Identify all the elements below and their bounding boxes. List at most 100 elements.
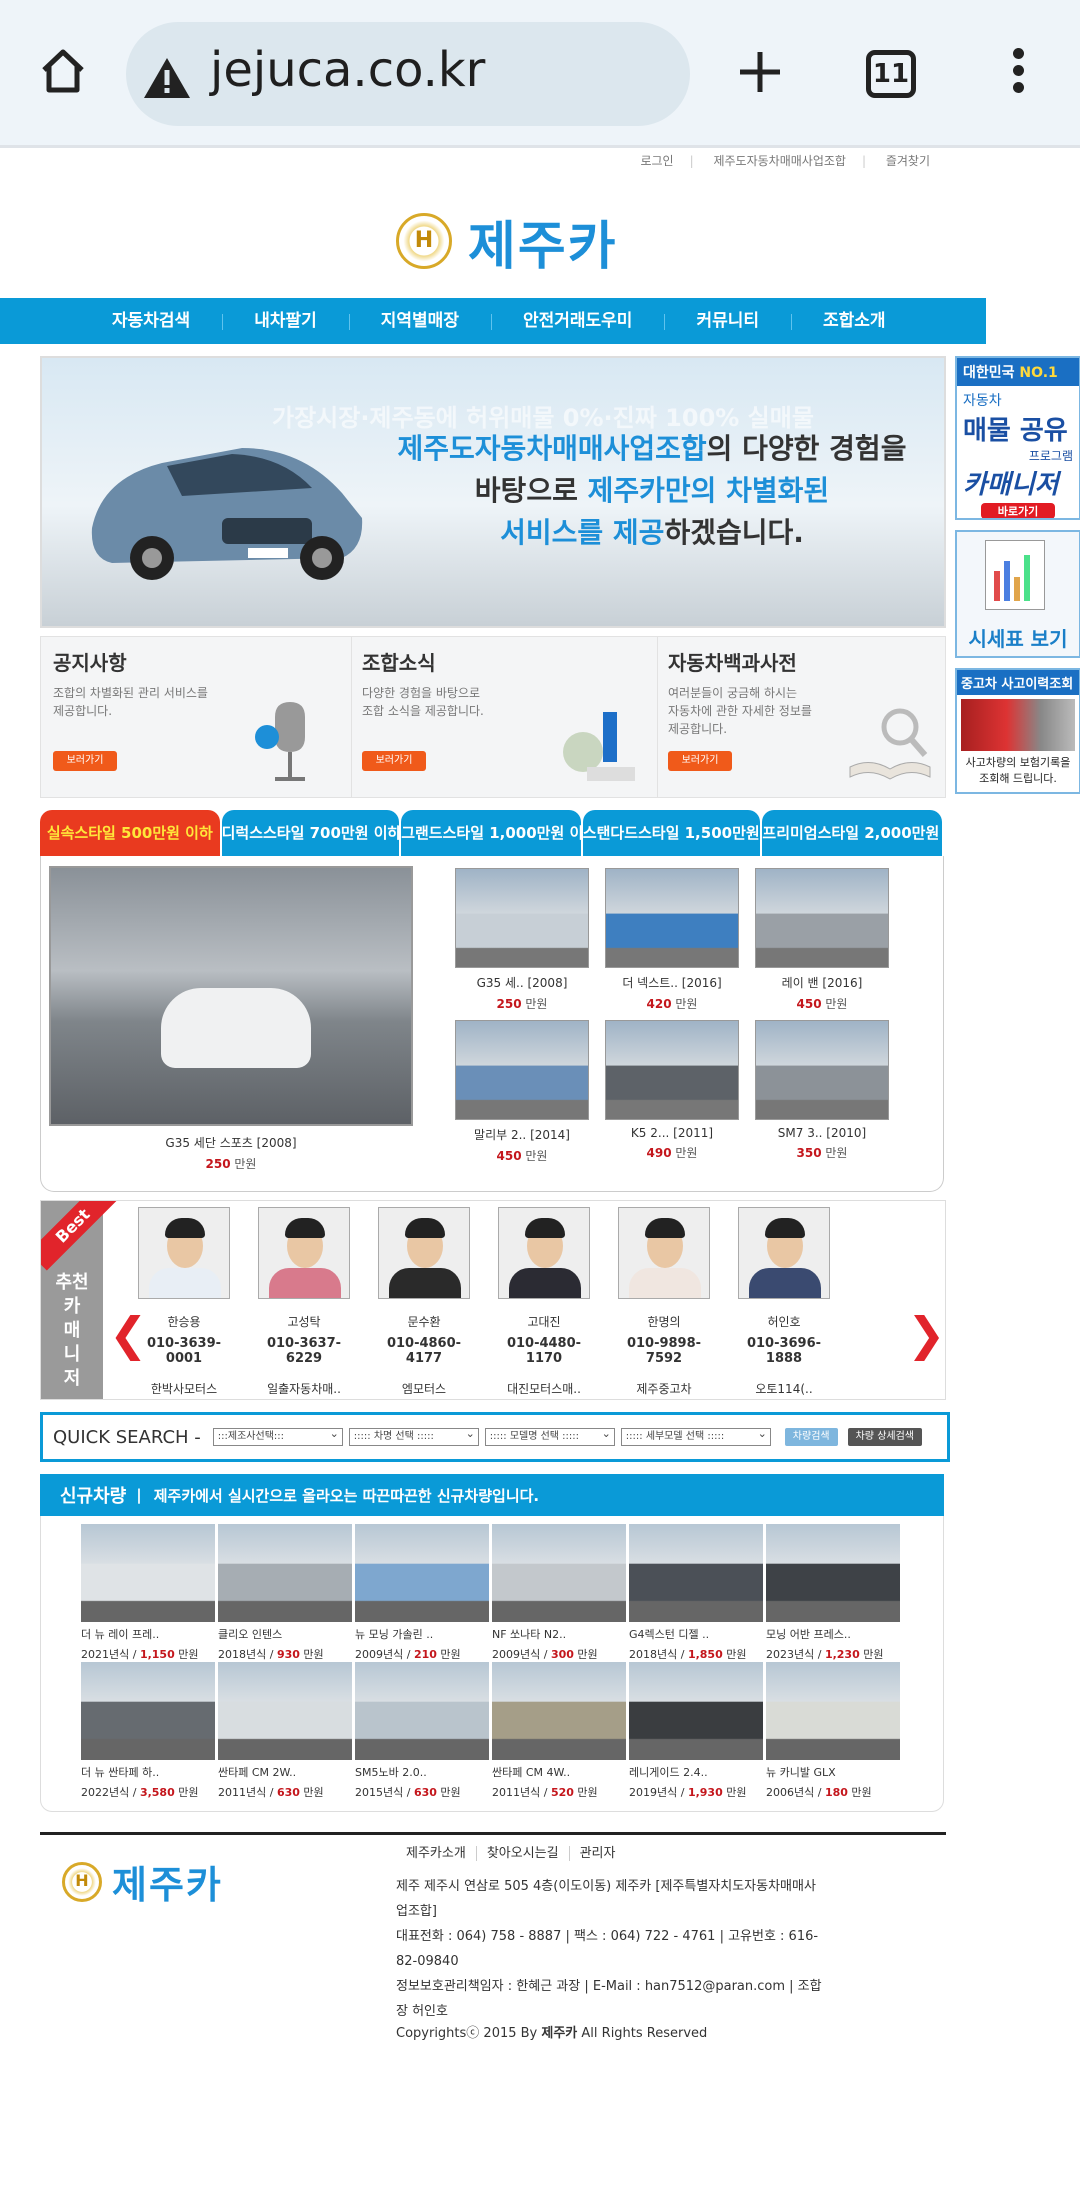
footer-admin-link[interactable]: 관리자: [568, 1846, 616, 1861]
nav-safe-trade[interactable]: 안전거래도우미: [490, 298, 664, 344]
more-options-icon[interactable]: [1006, 48, 1030, 98]
avatar[interactable]: [378, 1207, 470, 1299]
home-icon[interactable]: [38, 46, 88, 96]
car-name[interactable]: 레니게이드 2.4..: [629, 1764, 763, 1780]
car-photo[interactable]: [766, 1524, 900, 1622]
new-car-card[interactable]: 싼타페 CM 2W.. 2011년식 / 630 만원: [218, 1662, 352, 1800]
nav-sell-car[interactable]: 내차팔기: [222, 298, 349, 344]
login-link[interactable]: 로그인: [640, 154, 673, 168]
maker-select[interactable]: :::제조사선택:::: [212, 1426, 343, 1446]
notice-view-button[interactable]: 보러가기: [53, 751, 117, 771]
new-car-card[interactable]: 뉴 모닝 가솔린 .. 2009년식 / 210 만원: [355, 1524, 489, 1662]
manager-phone[interactable]: 010-3639-0001: [129, 1336, 239, 1366]
new-car-card[interactable]: 뉴 카니발 GLX 2006년식 / 180 만원: [766, 1662, 900, 1800]
new-car-card[interactable]: 더 뉴 레이 프레.. 2021년식 / 1,150 만원: [81, 1524, 215, 1662]
car-name[interactable]: 뉴 카니발 GLX: [766, 1764, 900, 1780]
new-car-card[interactable]: 싼타페 CM 4W.. 2011년식 / 520 만원: [492, 1662, 626, 1800]
new-car-card[interactable]: 모닝 어반 프레스.. 2023년식 / 1,230 만원: [766, 1524, 900, 1662]
manager-company[interactable]: 오토114(..: [729, 1380, 839, 1397]
car-photo[interactable]: [605, 868, 739, 968]
car-search-button[interactable]: 차량검색: [784, 1428, 838, 1446]
footer-about-link[interactable]: 제주카소개: [406, 1846, 466, 1861]
avatar[interactable]: [138, 1207, 230, 1299]
small-car-card[interactable]: K5 2... [2011] 490 만원: [605, 1020, 739, 1161]
car-name[interactable]: 클리오 인텐스: [218, 1626, 352, 1642]
car-name[interactable]: 더 뉴 싼타페 하..: [81, 1764, 215, 1780]
car-name[interactable]: G4렉스턴 디젤 ..: [629, 1626, 763, 1642]
car-photo[interactable]: [605, 1020, 739, 1120]
small-car-card[interactable]: 더 넥스트.. [2016] 420 만원: [605, 868, 739, 1012]
nav-community[interactable]: 커뮤니티: [664, 298, 791, 344]
new-car-card[interactable]: SM5노바 2.0.. 2015년식 / 630 만원: [355, 1662, 489, 1800]
car-photo[interactable]: [218, 1524, 352, 1622]
news-view-button[interactable]: 보러가기: [362, 751, 426, 771]
car-photo[interactable]: [492, 1524, 626, 1622]
car-name[interactable]: G35 세.. [2008]: [455, 974, 589, 991]
union-link[interactable]: 제주도자동차매매사업조합: [713, 154, 845, 168]
car-name[interactable]: 뉴 모닝 가솔린 ..: [355, 1626, 489, 1642]
car-photo[interactable]: [766, 1662, 900, 1760]
manager-company[interactable]: 한박사모터스: [129, 1380, 239, 1397]
tab-1500[interactable]: 스탠다드스타일 1,500만원 이하: [582, 810, 761, 856]
car-name[interactable]: 모닝 어반 프레스..: [766, 1626, 900, 1642]
new-car-card[interactable]: 더 뉴 싼타페 하.. 2022년식 / 3,580 만원: [81, 1662, 215, 1800]
accident-history-ad[interactable]: 중고차 사고이력조회 사고차량의 보험기록을 조회해 드립니다.: [955, 668, 1080, 794]
small-car-card[interactable]: G35 세.. [2008] 250 만원: [455, 868, 589, 1012]
manager-card[interactable]: 고대진 010-4480-1170 대진모터스매..: [489, 1207, 599, 1397]
manager-card[interactable]: 한승용 010-3639-0001 한박사모터스: [129, 1207, 239, 1397]
car-name[interactable]: 더 넥스트.. [2016]: [605, 974, 739, 991]
manager-card[interactable]: 문수환 010-4860-4177 엠모터스: [369, 1207, 479, 1397]
model-select[interactable]: ::::: 모델명 선택 :::::: [484, 1426, 615, 1446]
bookmark-link[interactable]: 즐겨찾기: [886, 154, 930, 168]
warning-icon[interactable]: [142, 56, 192, 100]
manager-card[interactable]: 한명의 010-9898-7592 제주중고차: [609, 1207, 719, 1397]
car-photo[interactable]: [218, 1662, 352, 1760]
footer-logo[interactable]: 제주카: [62, 1854, 223, 1909]
car-photo[interactable]: [755, 868, 889, 968]
featured-car-caption[interactable]: G35 세단 스포츠 [2008] 250 만원: [49, 1134, 413, 1172]
car-name[interactable]: SM7 3.. [2010]: [755, 1126, 889, 1140]
tab-switcher-button[interactable]: 11: [866, 50, 916, 98]
avatar[interactable]: [618, 1207, 710, 1299]
nav-car-search[interactable]: 자동차검색: [80, 298, 222, 344]
site-logo[interactable]: 제주카: [396, 210, 618, 277]
price-table-ad[interactable]: 시세표 보기: [955, 530, 1080, 658]
manager-company[interactable]: 대진모터스매..: [489, 1380, 599, 1397]
car-name[interactable]: 말리부 2.. [2014]: [455, 1126, 589, 1143]
car-name[interactable]: 싼타페 CM 4W..: [492, 1764, 626, 1780]
small-car-card[interactable]: SM7 3.. [2010] 350 만원: [755, 1020, 889, 1161]
manager-phone[interactable]: 010-4860-4177: [369, 1336, 479, 1366]
new-car-card[interactable]: G4렉스턴 디젤 .. 2018년식 / 1,850 만원: [629, 1524, 763, 1662]
manager-phone[interactable]: 010-3637-6229: [249, 1336, 359, 1366]
manager-company[interactable]: 일출자동차매..: [249, 1380, 359, 1397]
nav-regional-stores[interactable]: 지역별매장: [348, 298, 491, 344]
tab-700[interactable]: 디럭스스타일 700만원 이하: [221, 810, 400, 856]
manager-phone[interactable]: 010-3696-1888: [729, 1336, 839, 1366]
manager-phone[interactable]: 010-4480-1170: [489, 1336, 599, 1366]
small-car-card[interactable]: 말리부 2.. [2014] 450 만원: [455, 1020, 589, 1164]
manager-card[interactable]: 고성탁 010-3637-6229 일출자동차매..: [249, 1207, 359, 1397]
car-photo[interactable]: [755, 1020, 889, 1120]
manager-card[interactable]: 허인호 010-3696-1888 오토114(..: [729, 1207, 839, 1397]
car-name[interactable]: 싼타페 CM 2W..: [218, 1764, 352, 1780]
avatar[interactable]: [258, 1207, 350, 1299]
car-photo[interactable]: [629, 1524, 763, 1622]
new-car-card[interactable]: NF 쏘나타 N2.. 2009년식 / 300 만원: [492, 1524, 626, 1662]
encyclopedia-view-button[interactable]: 보러가기: [668, 751, 732, 771]
manager-phone[interactable]: 010-9898-7592: [609, 1336, 719, 1366]
new-tab-icon[interactable]: [736, 48, 784, 96]
tab-500[interactable]: 실속스타일 500만원 이하: [40, 810, 220, 856]
car-photo[interactable]: [355, 1662, 489, 1760]
car-name[interactable]: 더 뉴 레이 프레..: [81, 1626, 215, 1642]
tab-2000[interactable]: 프리미엄스타일 2,000만원 이하: [762, 810, 942, 856]
new-car-card[interactable]: 레니게이드 2.4.. 2019년식 / 1,930 만원: [629, 1662, 763, 1800]
car-name[interactable]: K5 2... [2011]: [605, 1126, 739, 1140]
new-car-card[interactable]: 클리오 인텐스 2018년식 / 930 만원: [218, 1524, 352, 1662]
car-name-select[interactable]: ::::: 차명 선택 :::::: [348, 1426, 479, 1446]
manager-company[interactable]: 제주중고차: [609, 1380, 719, 1397]
avatar[interactable]: [738, 1207, 830, 1299]
small-car-card[interactable]: 레이 밴 [2016] 450 만원: [755, 868, 889, 1012]
manager-company[interactable]: 엠모터스: [369, 1380, 479, 1397]
car-name[interactable]: SM5노바 2.0..: [355, 1764, 489, 1780]
featured-car-photo[interactable]: [49, 866, 413, 1126]
